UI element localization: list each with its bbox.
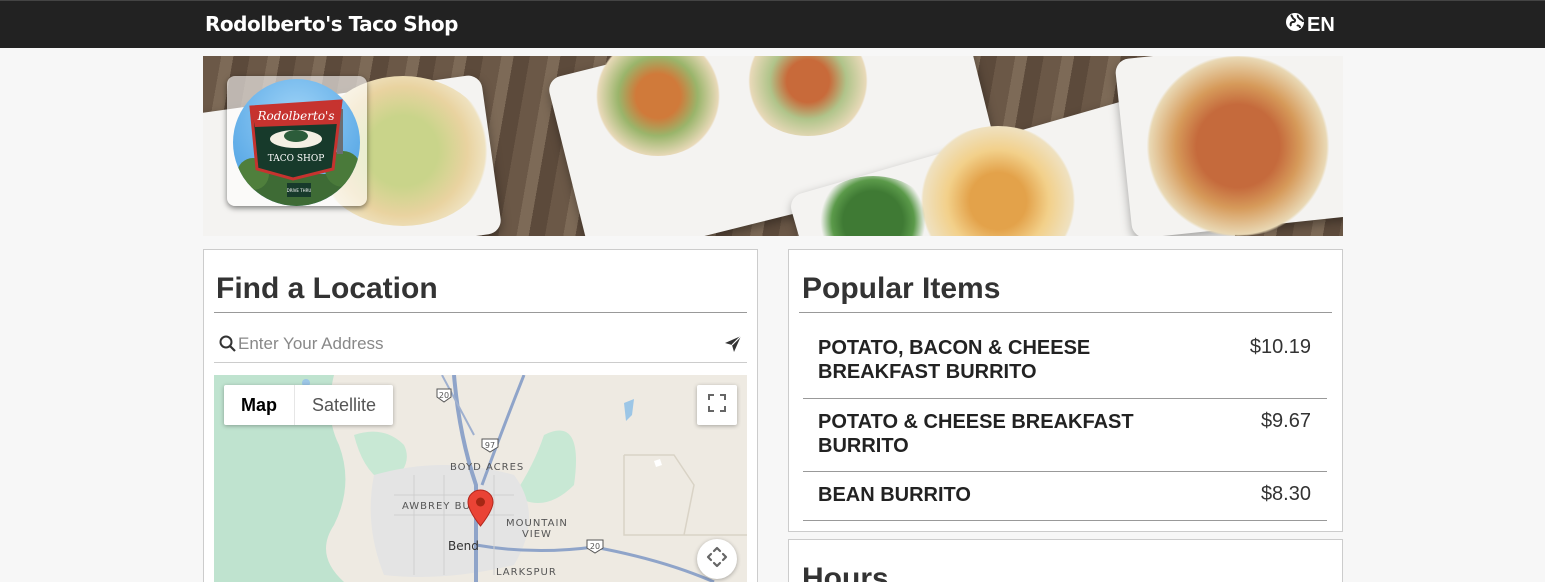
shield-label: 20 (438, 391, 450, 400)
logo-sign-bottom: TACO SHOP (268, 154, 325, 164)
shield-label: 20 (589, 542, 601, 551)
hours-title: Hours (802, 562, 889, 582)
location-map[interactable]: 20 97 20 BOYD ACRES AWBREY BUT MOUNTAIN … (214, 375, 747, 582)
menu-item-price: $10.19 (1249, 336, 1311, 358)
map-label-line: MOUNTAIN (506, 518, 568, 529)
menu-item-name: POTATO & CHEESE BREAKFAST BURRITO (818, 411, 1134, 457)
paper-plane-icon[interactable] (724, 335, 742, 358)
map-camera-control[interactable] (697, 539, 737, 579)
map-label-boyd-acres: BOYD ACRES (450, 462, 525, 473)
menu-item-name: POTATO, BACON & CHEESE BREAKFAST BURRITO (818, 337, 1091, 383)
map-type-map-button[interactable]: Map (224, 385, 295, 425)
logo-sign-top: Rodolberto's (256, 109, 334, 123)
find-location-title: Find a Location (216, 272, 438, 305)
hero-banner-image (203, 56, 1343, 236)
menu-item[interactable]: POTATO, BACON & CHEESE BREAKFAST BURRITO… (803, 325, 1327, 399)
map-type-satellite-button[interactable]: Satellite (295, 385, 393, 425)
divider (799, 312, 1332, 313)
search-icon (219, 335, 236, 357)
move-arrows-icon (706, 546, 728, 573)
map-label-line: VIEW (521, 529, 552, 540)
menu-item[interactable]: BEAN BURRITO $8.30 (803, 472, 1327, 521)
fullscreen-button[interactable] (697, 385, 737, 425)
menu-item[interactable]: POTATO & CHEESE BREAKFAST BURRITO $9.67 (803, 399, 1327, 472)
brand-name[interactable]: Rodolberto's Taco Shop (205, 12, 458, 36)
language-selector[interactable]: EN (1285, 12, 1335, 38)
popular-items-title: Popular Items (802, 272, 1001, 305)
menu-item-price: $9.67 (1260, 410, 1311, 432)
logo-image: Rodolberto's TACO SHOP DRIVE THRU (233, 79, 360, 206)
restaurant-logo: Rodolberto's TACO SHOP DRIVE THRU (227, 76, 367, 206)
globe-icon (1285, 12, 1305, 38)
shield-label: 97 (484, 441, 496, 450)
address-search (214, 326, 747, 363)
divider (214, 312, 747, 313)
language-code: EN (1307, 13, 1335, 36)
fullscreen-icon (708, 393, 726, 417)
menu-item-price: $8.30 (1260, 483, 1311, 505)
top-nav-bar: Rodolberto's Taco Shop EN (0, 0, 1545, 48)
hours-card: Hours (788, 539, 1343, 582)
map-pin-icon[interactable] (467, 489, 494, 532)
map-label-bend: Bend (448, 539, 479, 553)
map-label-mountain-view: MOUNTAIN VIEW (506, 518, 568, 540)
address-input[interactable] (238, 332, 708, 356)
map-label-larkspur: LARKSPUR (496, 567, 557, 578)
map-type-toggle: Map Satellite (224, 385, 394, 425)
logo-drive-thru: DRIVE THRU (287, 188, 312, 193)
menu-item-name: BEAN BURRITO (818, 484, 971, 506)
